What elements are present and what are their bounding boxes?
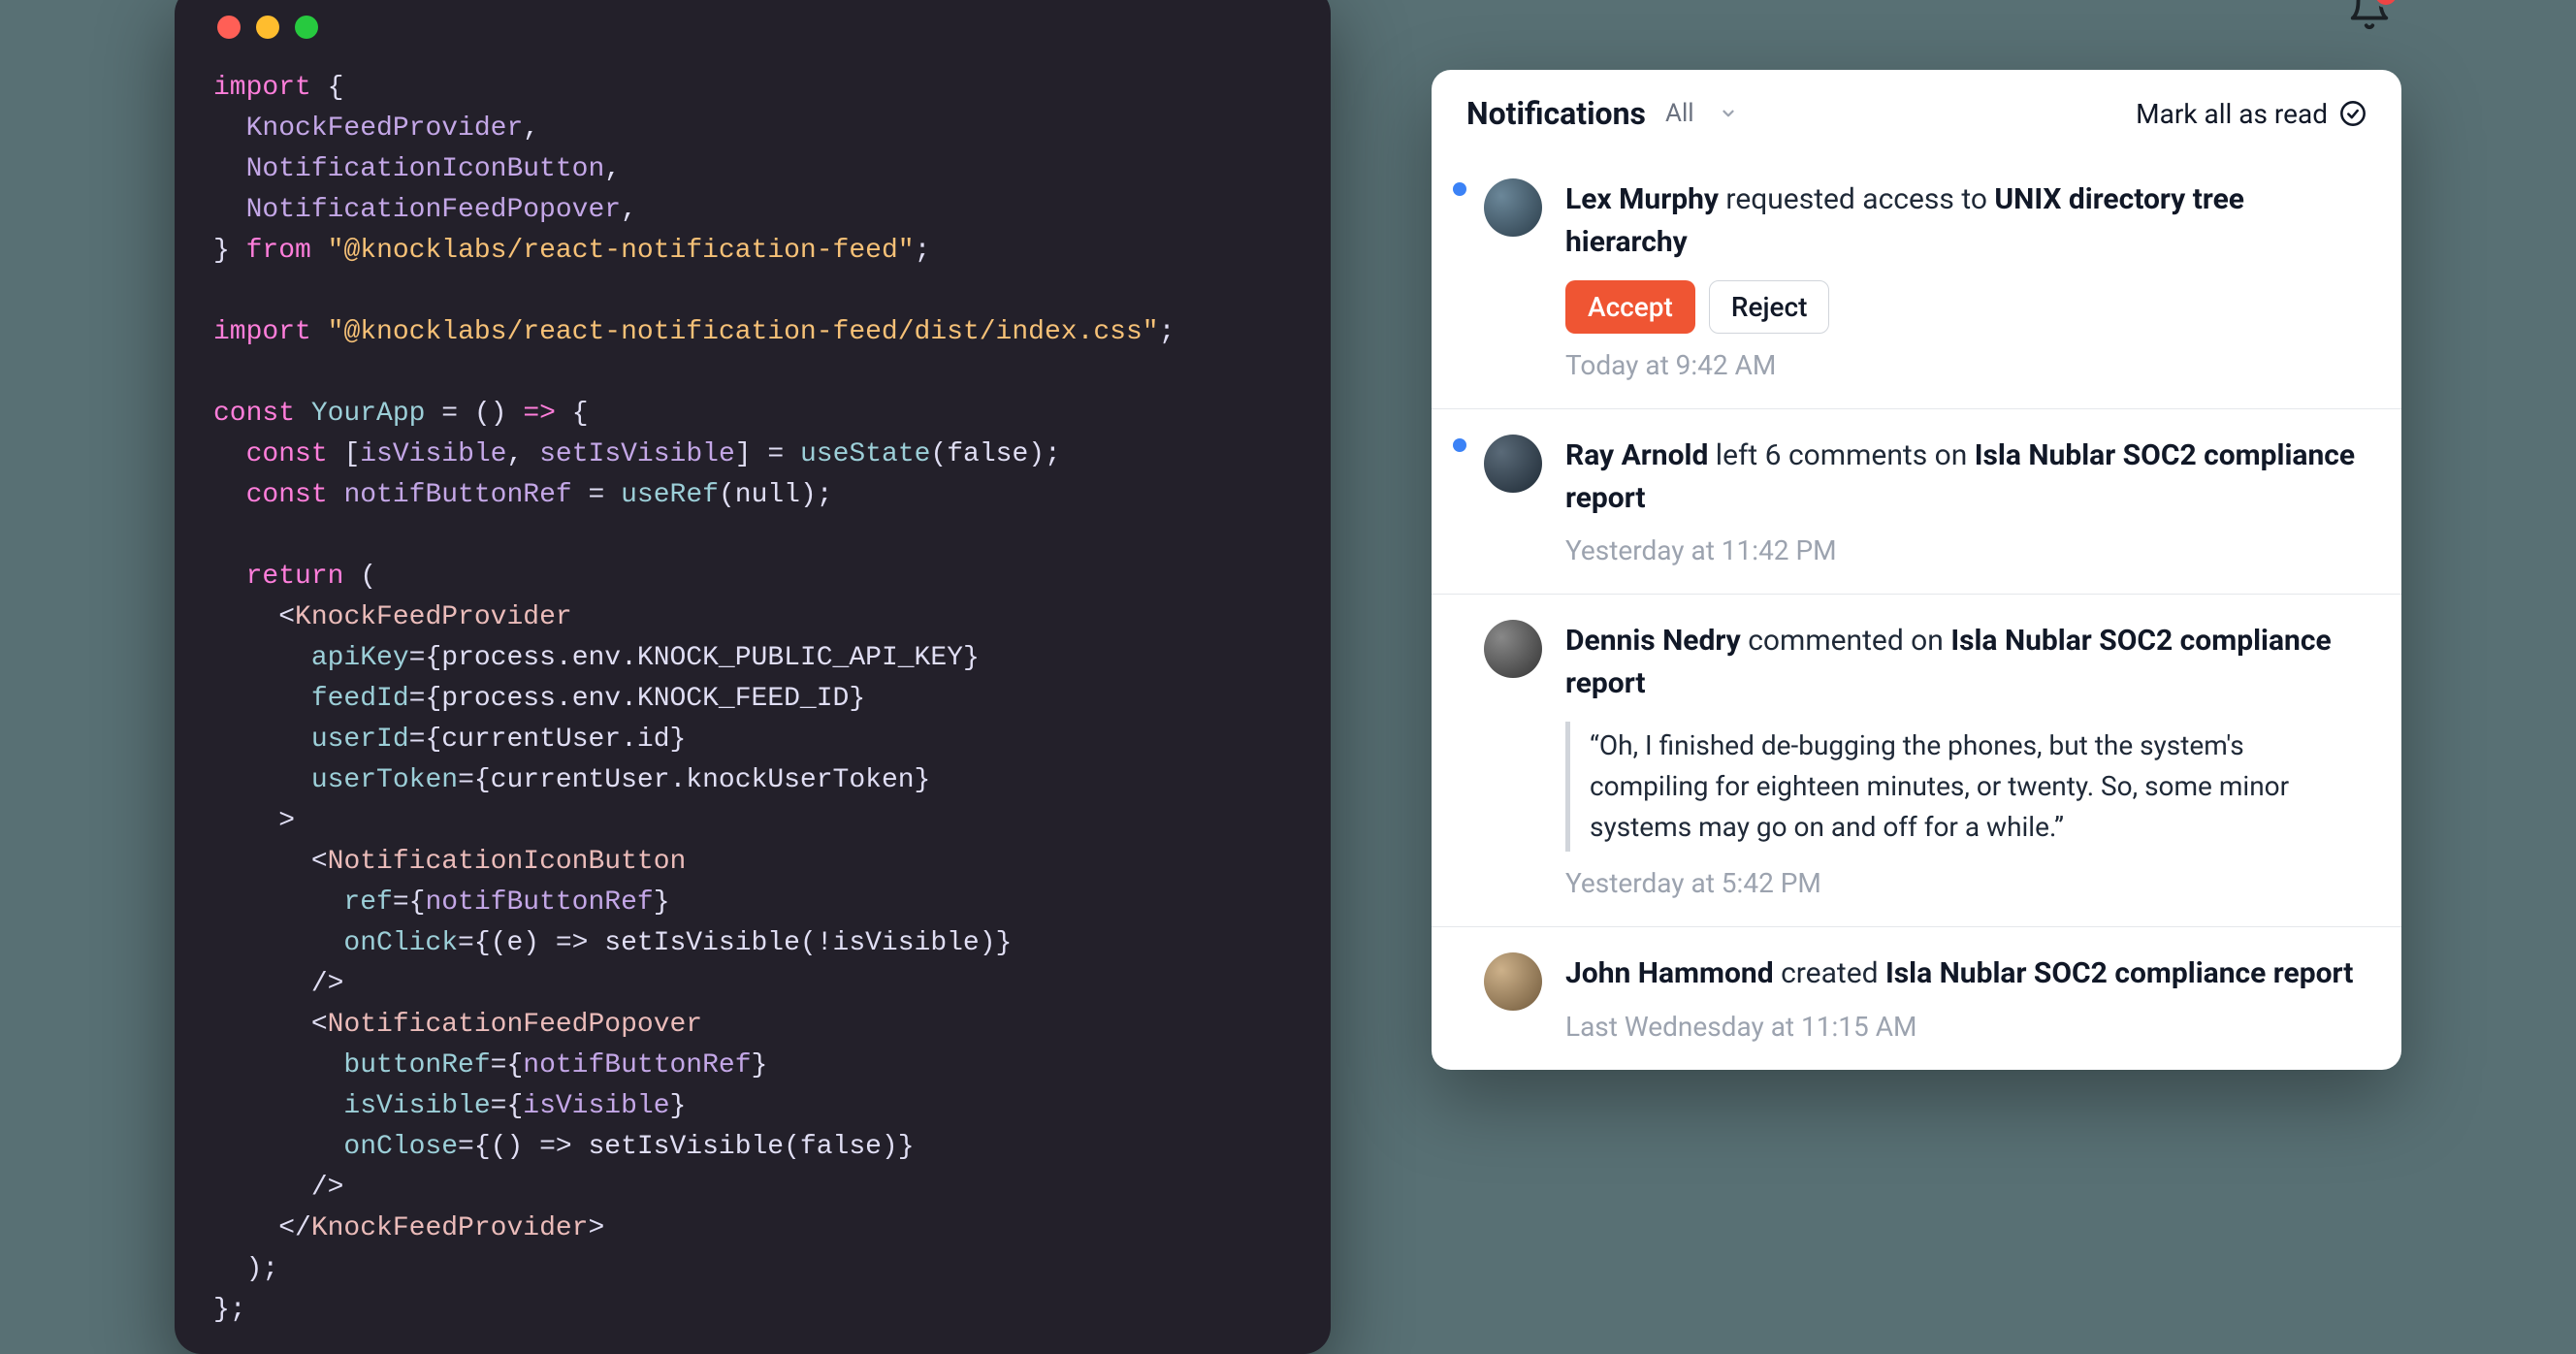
window-zoom-icon[interactable] bbox=[295, 16, 318, 39]
notification-item[interactable]: John Hammond created Isla Nublar SOC2 co… bbox=[1432, 926, 2401, 1070]
check-circle-icon bbox=[2339, 100, 2367, 127]
notification-message: Lex Murphy requested access to UNIX dire… bbox=[1565, 178, 2367, 263]
mark-all-read-label: Mark all as read bbox=[2136, 98, 2328, 130]
notification-area: 2 Notifications All Mark all as read bbox=[1447, 0, 2401, 1354]
popover-header: Notifications All Mark all as read bbox=[1432, 70, 2401, 153]
timestamp: Last Wednesday at 11:15 AM bbox=[1565, 1011, 2367, 1043]
chevron-down-icon bbox=[1720, 105, 1737, 122]
notification-item[interactable]: Dennis Nedry commented on Isla Nublar SO… bbox=[1432, 594, 2401, 926]
avatar bbox=[1484, 178, 1542, 237]
filter-label: All bbox=[1665, 99, 1694, 128]
accept-button[interactable]: Accept bbox=[1565, 280, 1695, 334]
notification-popover: Notifications All Mark all as read Lex M… bbox=[1432, 70, 2401, 1070]
window-minimize-icon[interactable] bbox=[256, 16, 279, 39]
notification-bell-button[interactable]: 2 bbox=[2347, 0, 2392, 31]
avatar bbox=[1484, 952, 1542, 1011]
notification-feed: Lex Murphy requested access to UNIX dire… bbox=[1432, 153, 2401, 1070]
timestamp: Yesterday at 11:42 PM bbox=[1565, 534, 2367, 566]
notification-item[interactable]: Lex Murphy requested access to UNIX dire… bbox=[1432, 153, 2401, 408]
unread-indicator bbox=[1453, 182, 1466, 196]
popover-title: Notifications bbox=[1466, 95, 1646, 132]
mark-all-read-button[interactable]: Mark all as read bbox=[2136, 98, 2367, 130]
reject-button[interactable]: Reject bbox=[1709, 280, 1830, 334]
code-editor-window: import { KnockFeedProvider, Notification… bbox=[175, 0, 1331, 1354]
unread-indicator bbox=[1453, 438, 1466, 452]
timestamp: Today at 9:42 AM bbox=[1565, 349, 2367, 381]
comment-quote: “Oh, I finished de-bugging the phones, b… bbox=[1565, 722, 2367, 852]
filter-dropdown[interactable]: All bbox=[1665, 99, 1737, 128]
window-close-icon[interactable] bbox=[217, 16, 241, 39]
notification-message: Dennis Nedry commented on Isla Nublar SO… bbox=[1565, 620, 2367, 704]
notification-message: John Hammond created Isla Nublar SOC2 co… bbox=[1565, 952, 2367, 995]
window-traffic-lights bbox=[213, 16, 1292, 39]
timestamp: Yesterday at 5:42 PM bbox=[1565, 867, 2367, 899]
notification-message: Ray Arnold left 6 comments on Isla Nubla… bbox=[1565, 435, 2367, 519]
code-block: import { KnockFeedProvider, Notification… bbox=[213, 68, 1292, 1331]
notification-item[interactable]: Ray Arnold left 6 comments on Isla Nubla… bbox=[1432, 408, 2401, 594]
avatar bbox=[1484, 620, 1542, 678]
avatar bbox=[1484, 435, 1542, 493]
